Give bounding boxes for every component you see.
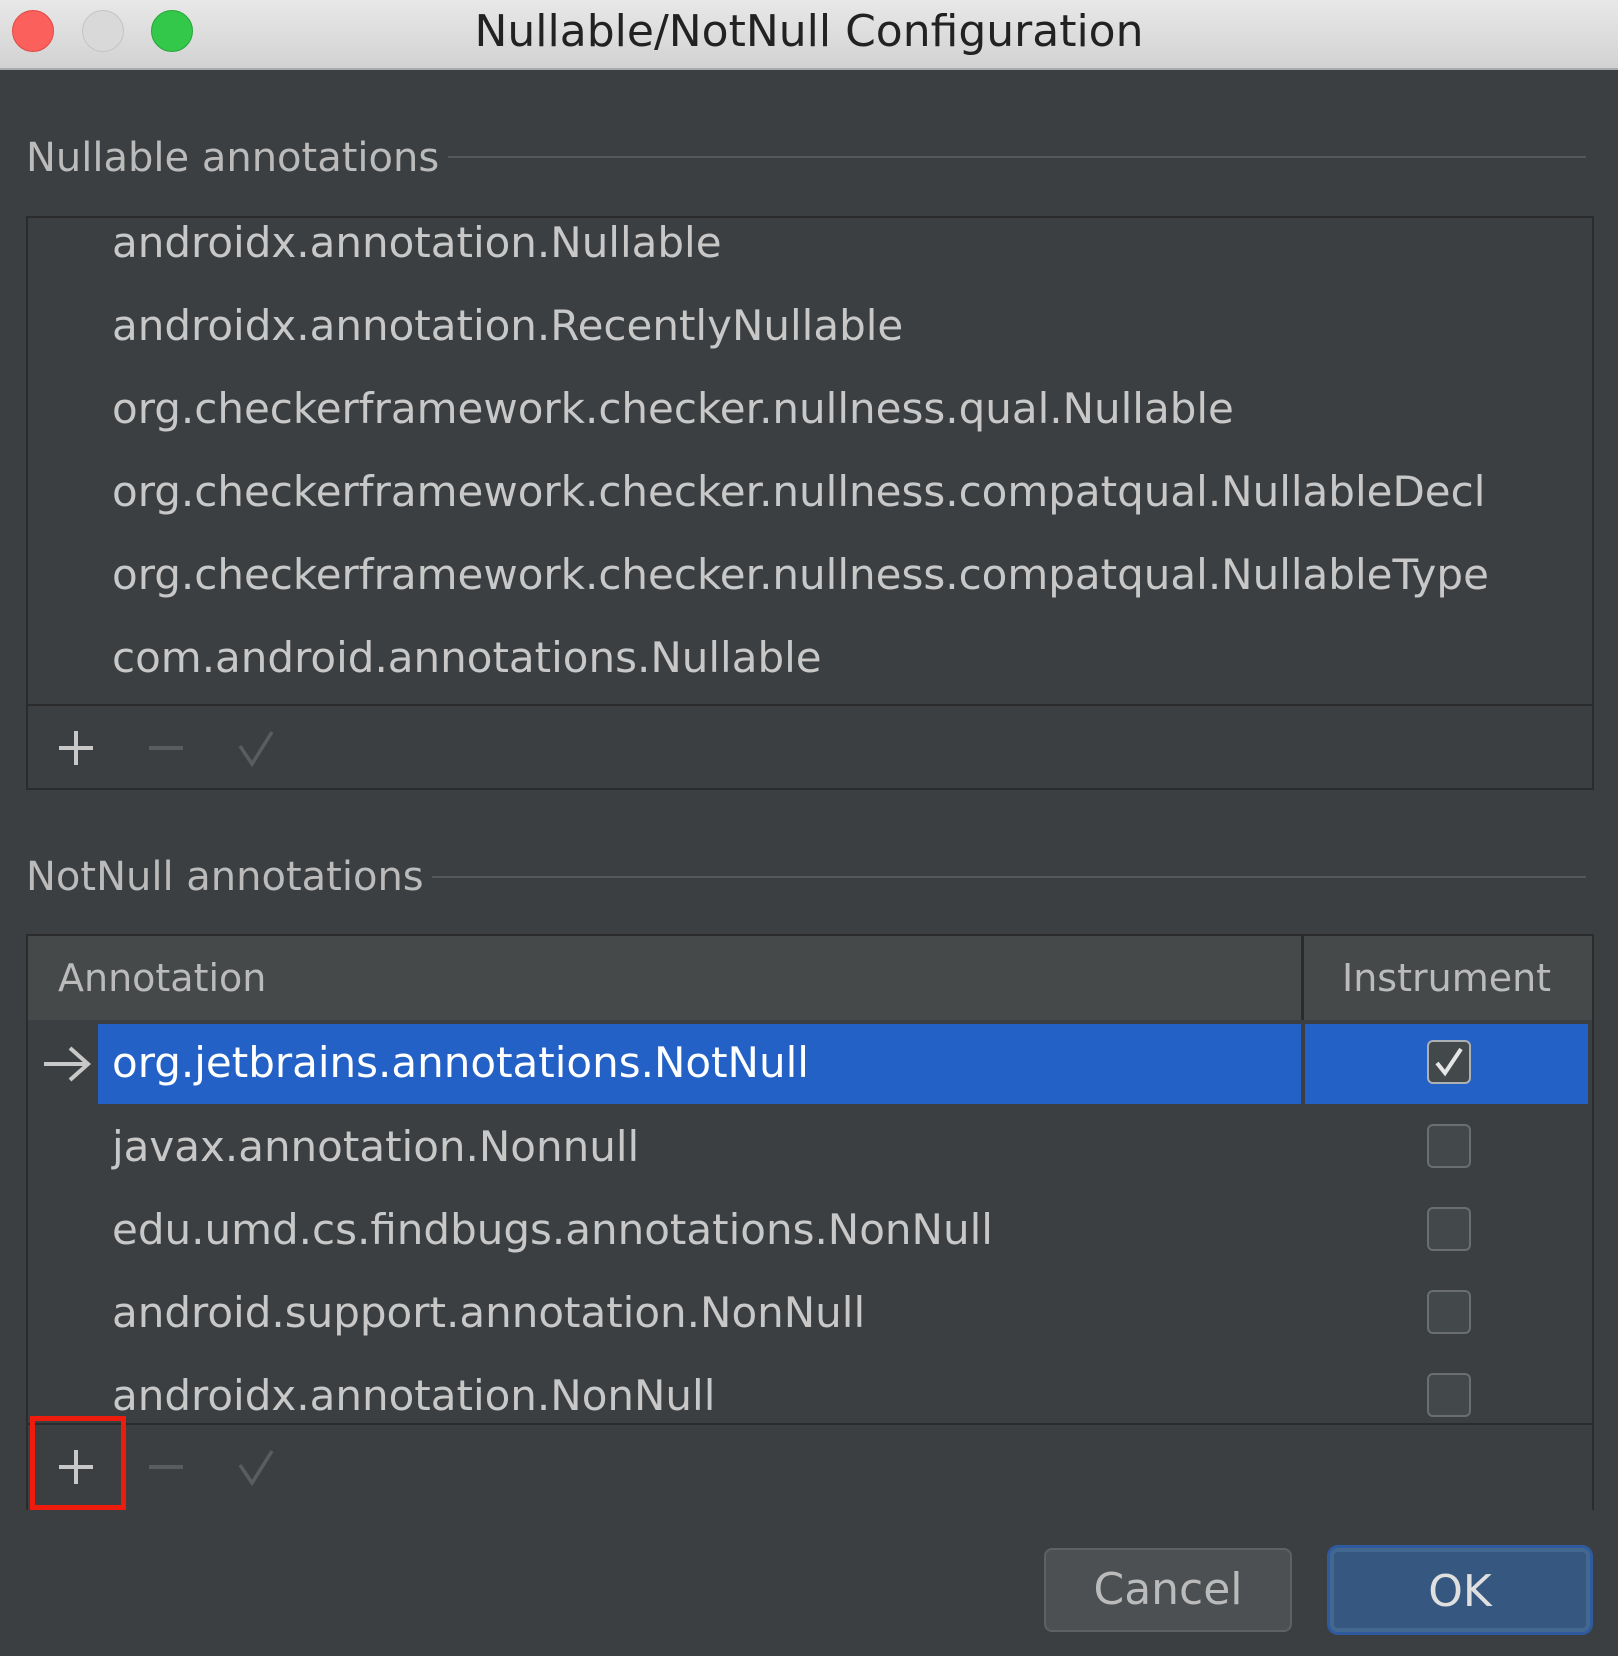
column-header-annotation[interactable]: Annotation <box>28 936 1301 1020</box>
check-icon <box>238 731 274 768</box>
plus-icon <box>59 731 93 765</box>
column-header-instrument[interactable]: Instrument <box>1304 936 1592 1020</box>
arrow-right-icon <box>44 1046 92 1082</box>
table-row[interactable]: org.jetbrains.annotations.NotNull <box>28 1024 1592 1104</box>
nullable-annotations-panel: androidx.annotation.Nullable androidx.an… <box>26 216 1594 790</box>
check-icon <box>238 1450 274 1487</box>
nullable-list-item[interactable]: androidx.annotation.Nullable <box>112 218 722 268</box>
notnull-toolbar <box>28 1423 1592 1510</box>
annotation-cell: edu.umd.cs.findbugs.annotations.NonNull <box>112 1205 993 1254</box>
minus-icon <box>149 746 183 750</box>
instrument-checkbox[interactable] <box>1427 1124 1471 1168</box>
title-bar: Nullable/NotNull Configuration <box>0 0 1618 70</box>
nullable-toolbar <box>28 704 1592 790</box>
instrument-checkbox[interactable] <box>1427 1207 1471 1251</box>
checkmark-icon <box>1435 1047 1463 1077</box>
nullable-remove-button[interactable] <box>144 726 188 770</box>
notnull-remove-button[interactable] <box>144 1445 188 1489</box>
nullable-make-default-button[interactable] <box>234 726 278 770</box>
instrument-checkbox[interactable] <box>1427 1373 1471 1417</box>
window-title: Nullable/NotNull Configuration <box>474 6 1144 57</box>
notnull-make-default-button[interactable] <box>234 1445 278 1489</box>
nullable-list-item[interactable]: org.checkerframework.checker.nullness.qu… <box>112 384 1234 434</box>
table-row[interactable]: javax.annotation.Nonnull <box>28 1108 1592 1188</box>
nullable-list-item[interactable]: androidx.annotation.RecentlyNullable <box>112 301 903 351</box>
annotation-cell: javax.annotation.Nonnull <box>112 1122 640 1171</box>
nullable-section-divider <box>448 156 1586 158</box>
instrument-checkbox[interactable] <box>1427 1290 1471 1334</box>
minus-icon <box>149 1465 183 1469</box>
annotation-cell: org.jetbrains.annotations.NotNull <box>112 1038 809 1087</box>
nullable-list-item[interactable]: org.checkerframework.checker.nullness.co… <box>112 550 1489 600</box>
cancel-button[interactable]: Cancel <box>1044 1548 1292 1632</box>
dialog-window: Nullable/NotNull Configuration Nullable … <box>0 0 1618 1656</box>
nullable-list-item[interactable]: org.checkerframework.checker.nullness.co… <box>112 467 1485 517</box>
nullable-list-item[interactable]: com.android.annotations.Nullable <box>112 633 822 683</box>
notnull-annotations-panel: Annotation Instrument org.jetbrains.anno… <box>26 934 1594 1510</box>
annotation-cell: android.support.annotation.NonNull <box>112 1288 866 1337</box>
table-row[interactable]: android.support.annotation.NonNull <box>28 1274 1592 1354</box>
nullable-add-button[interactable] <box>54 726 98 770</box>
notnull-section-divider <box>432 876 1586 878</box>
instrument-checkbox[interactable] <box>1427 1040 1471 1084</box>
table-row[interactable]: edu.umd.cs.findbugs.annotations.NonNull <box>28 1191 1592 1271</box>
notnull-section-title: NotNull annotations <box>26 854 424 900</box>
annotation-cell: androidx.annotation.NonNull <box>112 1371 716 1420</box>
ok-button[interactable]: OK <box>1330 1548 1590 1632</box>
add-button-highlight <box>30 1416 126 1510</box>
nullable-section-title: Nullable annotations <box>26 135 440 181</box>
